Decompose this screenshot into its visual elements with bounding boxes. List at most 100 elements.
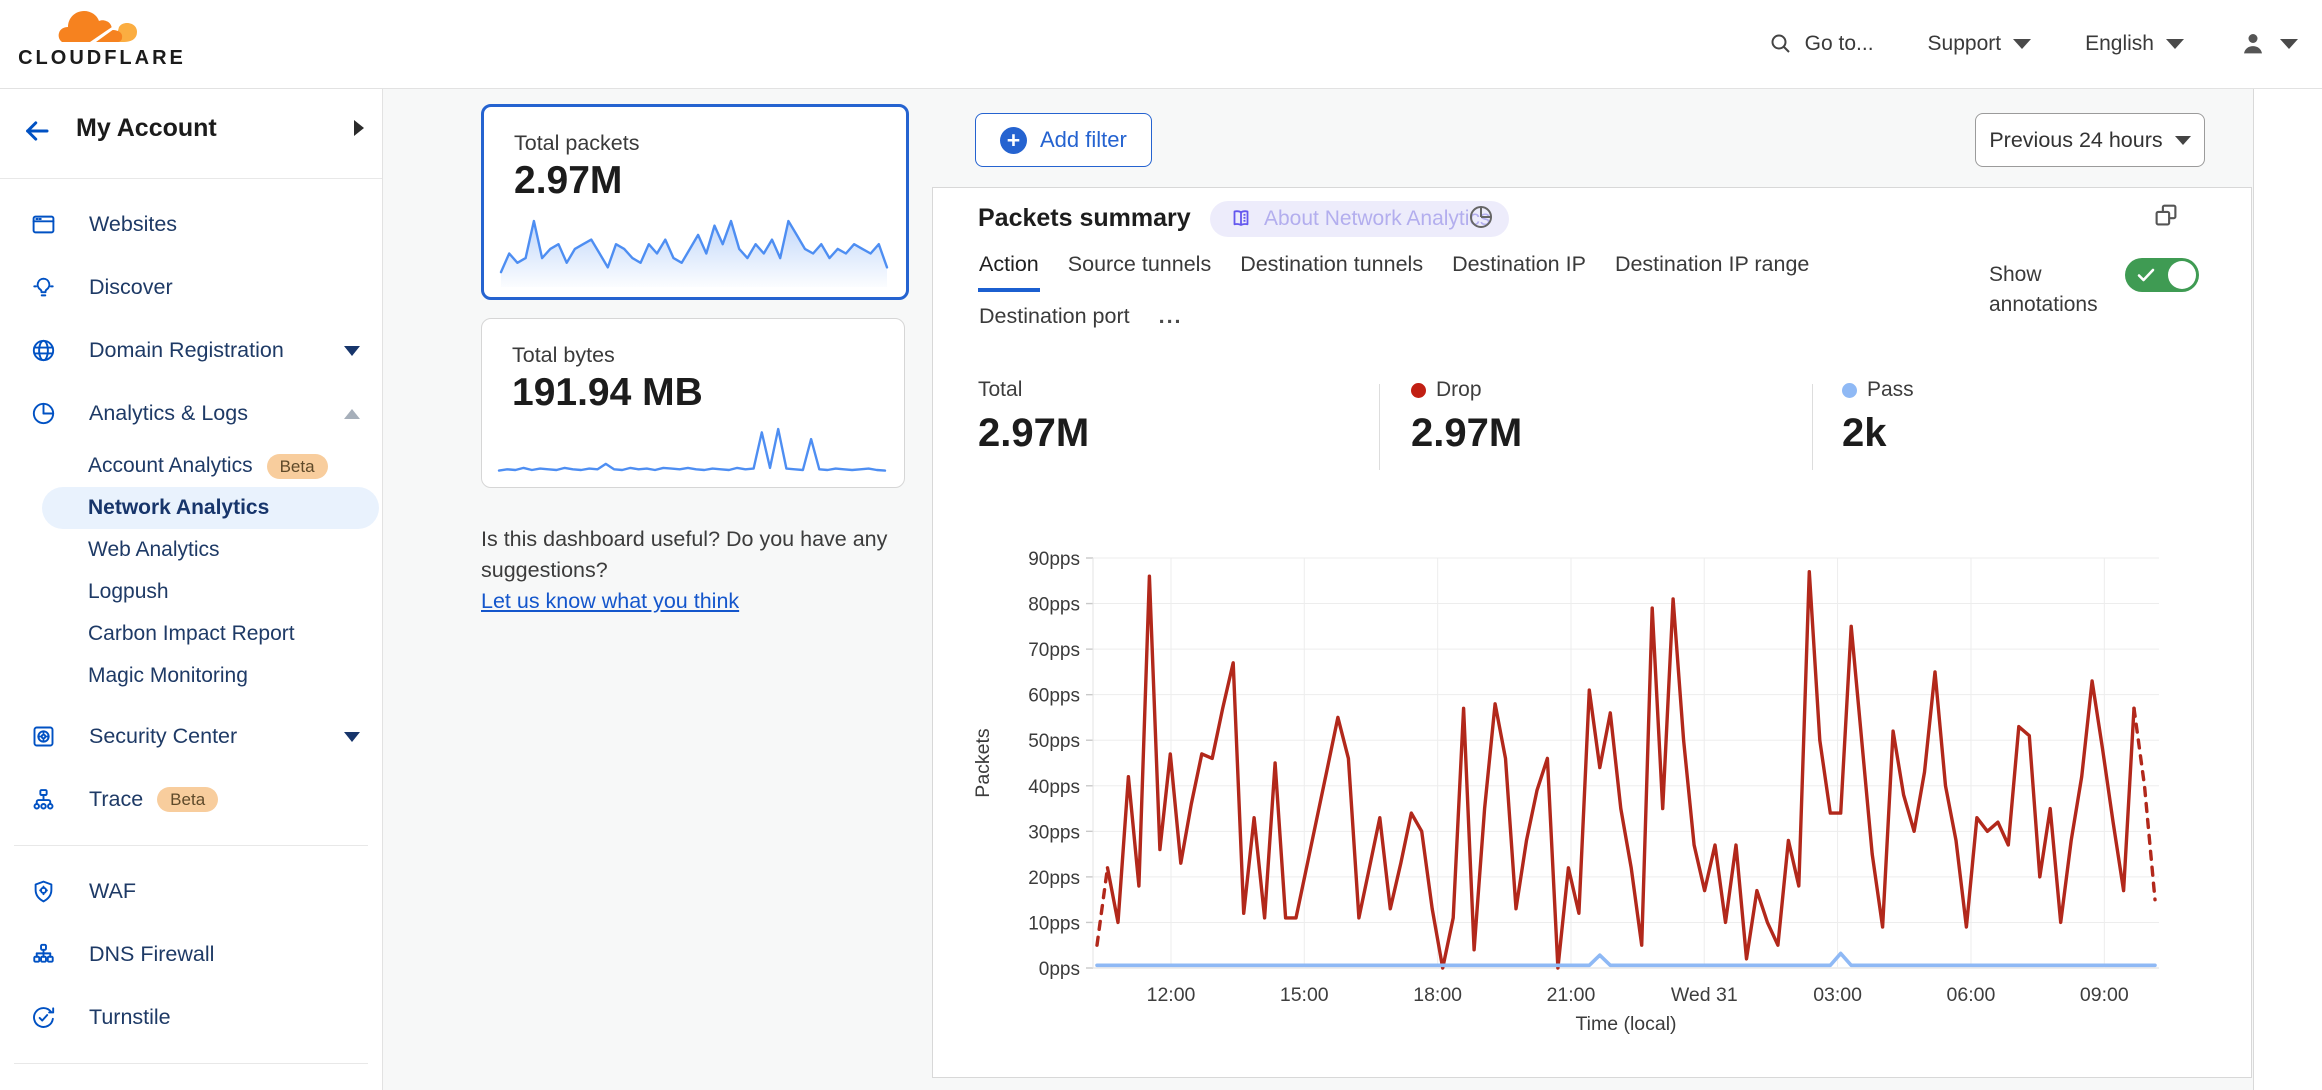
time-range-dropdown[interactable]: Previous 24 hours xyxy=(1975,113,2205,167)
add-filter-label: Add filter xyxy=(1040,127,1127,153)
cloudflare-logo[interactable]: CLOUDFLARE xyxy=(18,6,186,70)
goto-label: Go to... xyxy=(1805,32,1874,56)
sidebar-item-network-analytics[interactable]: Network Analytics xyxy=(42,487,379,529)
sidebar-item-carbon-impact-report[interactable]: Carbon Impact Report xyxy=(0,613,382,655)
panel-title: Packets summary xyxy=(978,204,1191,233)
language-menu[interactable]: English xyxy=(2085,32,2184,56)
chevron-down-icon xyxy=(2280,39,2298,49)
card-label: Total packets xyxy=(514,131,639,156)
sidebar-item-web-analytics[interactable]: Web Analytics xyxy=(0,529,382,571)
sidebar-item-turnstile[interactable]: Turnstile xyxy=(0,986,382,1049)
stat-pass: Pass 2k xyxy=(1842,378,1914,456)
sidebar-item-label: DNS Firewall xyxy=(89,942,214,967)
stat-drop: Drop 2.97M xyxy=(1411,378,1522,456)
language-label: English xyxy=(2085,32,2154,56)
chevron-down-icon xyxy=(344,732,360,742)
about-badge-label: About Network Analytics xyxy=(1264,207,1490,231)
trace-icon xyxy=(30,786,57,813)
account-menu[interactable] xyxy=(2238,29,2298,59)
sidebar-item-label: Discover xyxy=(89,275,173,300)
sidebar-item-analytics-logs[interactable]: Analytics & Logs xyxy=(0,382,382,445)
divider xyxy=(14,845,368,846)
tab-destination-port[interactable]: Destination port xyxy=(978,298,1131,344)
goto-search[interactable]: Go to... xyxy=(1769,32,1874,56)
about-network-analytics-badge[interactable]: About Network Analytics xyxy=(1210,201,1509,237)
tab-destination-ip[interactable]: Destination IP xyxy=(1451,246,1587,292)
beta-badge: Beta xyxy=(157,787,218,812)
support-label: Support xyxy=(1928,32,2002,56)
stat-total-label: Total xyxy=(978,378,1089,402)
sidebar-item-domain-registration[interactable]: Domain Registration xyxy=(0,319,382,382)
support-menu[interactable]: Support xyxy=(1928,32,2032,56)
tab-source-tunnels[interactable]: Source tunnels xyxy=(1067,246,1212,292)
pie-chart-icon[interactable] xyxy=(1467,203,1495,231)
divider xyxy=(14,1063,368,1064)
svg-text:10pps: 10pps xyxy=(1028,913,1080,934)
sidebar-item-discover[interactable]: Discover xyxy=(0,256,382,319)
divider xyxy=(1379,384,1380,470)
back-arrow-icon[interactable] xyxy=(22,116,52,146)
sidebar-item-security-center[interactable]: Security Center xyxy=(0,705,382,768)
sidebar-item-label: Logpush xyxy=(88,580,169,604)
tab-action[interactable]: Action xyxy=(978,246,1040,292)
feedback-question: Is this dashboard useful? Do you have an… xyxy=(481,524,926,586)
sidebar-item-label: Carbon Impact Report xyxy=(88,622,295,646)
topbar: CLOUDFLARE Go to... Support English xyxy=(0,0,2322,89)
packets-time-series-chart[interactable]: 0pps10pps20pps30pps40pps50pps60pps70pps8… xyxy=(961,541,2191,1041)
sidebar-item-label: Trace xyxy=(89,787,143,812)
svg-text:18:00: 18:00 xyxy=(1413,984,1462,1006)
chevron-down-icon xyxy=(344,346,360,356)
tab-destination-tunnels[interactable]: Destination tunnels xyxy=(1239,246,1424,292)
stat-total-value: 2.97M xyxy=(978,411,1089,456)
cloudflare-dashboard: CLOUDFLARE Go to... Support English xyxy=(0,0,2322,1090)
globe-icon xyxy=(30,337,57,364)
feedback-link[interactable]: Let us know what you think xyxy=(481,589,739,613)
svg-text:70pps: 70pps xyxy=(1028,640,1080,661)
svg-text:80pps: 80pps xyxy=(1028,595,1080,616)
packets-summary-panel: Packets summary About Network Analytics … xyxy=(932,187,2252,1078)
total-packets-card[interactable]: Total packets 2.97M xyxy=(481,104,909,300)
sidebar-item-item[interactable] xyxy=(0,1078,382,1090)
show-annotations-label: Show annotations xyxy=(1989,260,2115,320)
sidebar: My Account Websites Discover Domain Regist… xyxy=(0,88,383,1090)
sidebar-item-trace[interactable]: Trace Beta xyxy=(0,768,382,831)
chevron-right-icon[interactable] xyxy=(354,120,364,136)
expand-panel-icon[interactable] xyxy=(2151,200,2181,230)
sidebar-header: My Account xyxy=(0,88,382,179)
sidebar-item-magic-monitoring[interactable]: Magic Monitoring xyxy=(0,655,382,697)
sidebar-item-account-analytics[interactable]: Account AnalyticsBeta xyxy=(0,445,382,487)
account-name: My Account xyxy=(76,114,217,143)
sidebar-item-label: Analytics & Logs xyxy=(89,401,248,426)
dns-icon xyxy=(30,941,57,968)
svg-text:50pps: 50pps xyxy=(1028,731,1080,752)
browser-icon xyxy=(30,211,57,238)
card-label: Total bytes xyxy=(512,343,615,368)
svg-text:03:00: 03:00 xyxy=(1813,984,1862,1006)
divider xyxy=(1812,384,1813,470)
time-range-label: Previous 24 hours xyxy=(1989,128,2162,153)
sidebar-item-waf[interactable]: WAF xyxy=(0,860,382,923)
sidebar-item-dns-firewall[interactable]: DNS Firewall xyxy=(0,923,382,986)
show-annotations-toggle[interactable] xyxy=(2125,258,2199,292)
total-bytes-card[interactable]: Total bytes 191.94 MB xyxy=(481,318,905,488)
svg-text:Packets: Packets xyxy=(972,728,994,798)
plus-icon: + xyxy=(1000,127,1027,154)
sidebar-item-logpush[interactable]: Logpush xyxy=(0,571,382,613)
svg-text:Time (local): Time (local) xyxy=(1575,1013,1676,1035)
beta-badge: Beta xyxy=(267,454,328,479)
tab-destination-ip-range[interactable]: Destination IP range xyxy=(1614,246,1810,292)
more-tabs-button[interactable]: ... xyxy=(1158,298,1184,344)
packets-sparkline xyxy=(499,215,889,289)
sidebar-nav: Websites Discover Domain Registration Analy… xyxy=(0,179,382,1090)
svg-text:21:00: 21:00 xyxy=(1547,984,1596,1006)
sidebar-item-label: Websites xyxy=(89,212,177,237)
brand-wordmark: CLOUDFLARE xyxy=(18,47,186,70)
bytes-sparkline xyxy=(497,423,887,479)
svg-text:15:00: 15:00 xyxy=(1280,984,1329,1006)
add-filter-button[interactable]: + Add filter xyxy=(975,113,1152,167)
svg-text:09:00: 09:00 xyxy=(2080,984,2129,1006)
sidebar-item-websites[interactable]: Websites xyxy=(0,193,382,256)
search-icon xyxy=(1769,32,1793,56)
check-icon xyxy=(2136,266,2156,284)
svg-text:Wed 31: Wed 31 xyxy=(1671,984,1738,1006)
